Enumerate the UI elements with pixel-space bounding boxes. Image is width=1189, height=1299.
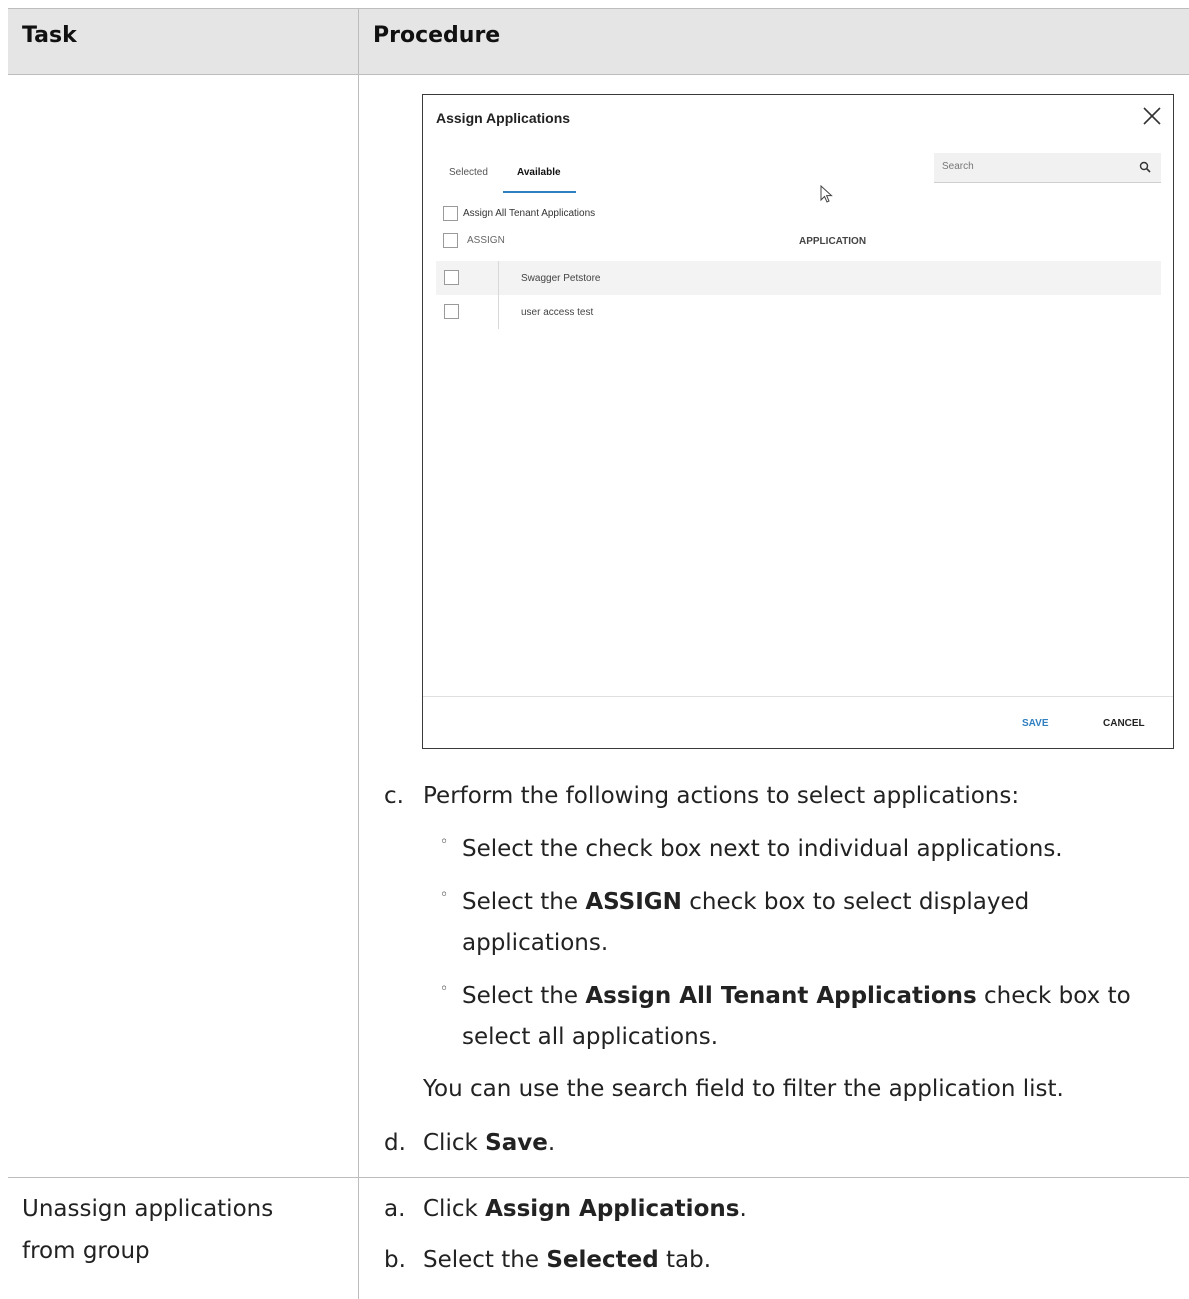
bullet-3-text: Select the Assign All Tenant Application…	[462, 983, 1131, 1009]
bullet-3-text-cont: select all applications.	[462, 1024, 718, 1050]
bullet-icon: ◦	[440, 981, 449, 997]
dialog-footer-divider	[423, 696, 1173, 697]
table-header-row: Task Procedure	[8, 8, 1189, 75]
bullet-1-text: Select the check box next to individual …	[462, 836, 1063, 862]
step-marker-c: c.	[384, 783, 404, 809]
header-procedure: Procedure	[373, 23, 501, 48]
bullet-icon: ◦	[440, 887, 449, 903]
assign-applications-dialog: Assign Applications Selected Available S…	[422, 94, 1174, 749]
column-divider	[358, 8, 359, 1299]
save-button[interactable]: SAVE	[1022, 718, 1049, 729]
search-placeholder: Search	[942, 161, 974, 172]
assign-header-checkbox[interactable]	[443, 233, 458, 248]
close-icon[interactable]	[1141, 105, 1163, 127]
step-b-text: Select the Selected tab.	[423, 1247, 712, 1273]
application-name: user access test	[521, 307, 594, 318]
header-task: Task	[22, 23, 77, 48]
search-icon[interactable]	[1139, 161, 1151, 173]
search-input[interactable]: Search	[934, 153, 1161, 183]
step-marker-b: b.	[384, 1247, 406, 1273]
step-a-text: Click Assign Applications.	[423, 1196, 747, 1222]
dialog-title: Assign Applications	[436, 110, 571, 126]
row2-task-line2: from group	[22, 1238, 150, 1264]
assign-all-checkbox[interactable]	[443, 206, 458, 221]
application-name: Swagger Petstore	[521, 273, 601, 284]
row-checkbox[interactable]	[444, 304, 459, 319]
cancel-button[interactable]: CANCEL	[1103, 718, 1145, 729]
application-column-header: APPLICATION	[799, 236, 867, 247]
row-divider	[8, 1177, 1189, 1178]
step-d-text: Click Save.	[423, 1130, 556, 1156]
tab-selected[interactable]: Selected	[449, 167, 488, 178]
row2-task-line1: Unassign applications	[22, 1196, 274, 1222]
assign-column-header: ASSIGN	[467, 235, 505, 246]
column-separator	[498, 295, 499, 329]
step-c-note: You can use the search field to filter t…	[423, 1076, 1064, 1102]
mouse-pointer-icon	[820, 185, 833, 203]
step-c-text: Perform the following actions to select …	[423, 783, 1020, 809]
assign-all-label: Assign All Tenant Applications	[463, 208, 596, 219]
column-separator	[498, 261, 499, 295]
step-marker-a: a.	[384, 1196, 406, 1222]
bullet-2-text-cont: applications.	[462, 930, 609, 956]
bullet-2-text: Select the ASSIGN check box to select di…	[462, 889, 1030, 915]
bullet-icon: ◦	[440, 834, 449, 850]
table-row: Swagger Petstore	[436, 261, 1161, 295]
active-tab-indicator	[503, 191, 576, 193]
table-row: user access test	[436, 295, 1161, 329]
procedure-table: Task Procedure Assign Applications Selec…	[8, 8, 1189, 1299]
tab-available[interactable]: Available	[517, 167, 561, 178]
step-marker-d: d.	[384, 1130, 406, 1156]
row-checkbox[interactable]	[444, 270, 459, 285]
